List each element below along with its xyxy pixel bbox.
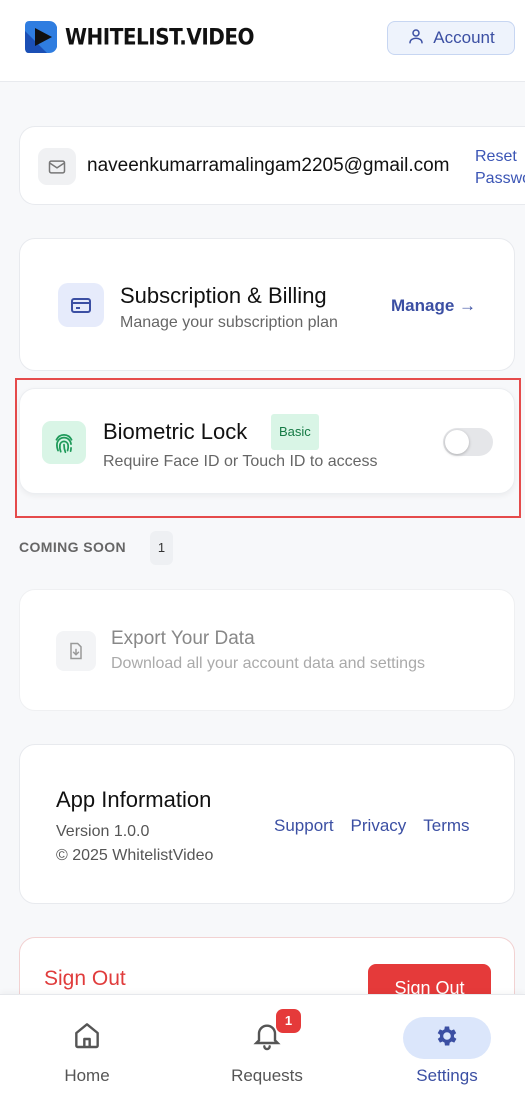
support-link[interactable]: Support xyxy=(274,816,334,836)
app-copyright: © 2025 WhitelistVideo xyxy=(56,847,214,864)
manage-subscription-link[interactable]: Manage → xyxy=(391,296,476,316)
toggle-knob xyxy=(445,430,469,454)
reset-password-link[interactable]: Reset Password xyxy=(475,146,525,190)
subscription-title: Subscription & Billing xyxy=(120,283,327,308)
reset-label-line2: Password xyxy=(475,170,525,187)
fingerprint-icon xyxy=(42,421,86,464)
nav-requests-label: Requests xyxy=(231,1066,303,1085)
account-button[interactable]: Account xyxy=(387,21,515,55)
coming-soon-label: COMING SOON xyxy=(19,539,127,555)
gear-icon xyxy=(434,1023,460,1054)
requests-badge: 1 xyxy=(276,1009,301,1033)
settings-active-pill xyxy=(403,1017,491,1059)
credit-card-icon xyxy=(58,283,104,327)
privacy-link[interactable]: Privacy xyxy=(351,816,407,836)
mail-icon xyxy=(38,148,76,185)
account-email: naveenkumarramalingam2205@gmail.com xyxy=(87,155,450,176)
reset-label-line1: Reset xyxy=(475,148,517,165)
export-description: Download all your account data and setti… xyxy=(111,655,425,672)
download-file-icon xyxy=(56,631,96,671)
biometric-lock-card: Biometric Lock Basic Require Face ID or … xyxy=(19,388,515,494)
nav-settings[interactable]: Settings xyxy=(382,995,512,1096)
nav-requests[interactable]: 1 Requests xyxy=(202,995,332,1096)
app-info-title: App Information xyxy=(56,787,212,812)
user-icon xyxy=(407,27,425,50)
coming-soon-count: 1 xyxy=(150,531,173,565)
brand-logo[interactable]: WHITELIST.VIDEO xyxy=(23,17,255,57)
email-card: naveenkumarramalingam2205@gmail.com Rese… xyxy=(19,126,525,205)
biometric-title: Biometric Lock xyxy=(103,419,248,444)
biometric-toggle[interactable] xyxy=(443,428,493,456)
sign-out-title: Sign Out xyxy=(44,967,126,990)
export-title: Export Your Data xyxy=(111,628,255,649)
account-label: Account xyxy=(433,28,495,47)
logo-play-icon xyxy=(23,17,61,57)
plan-badge: Basic xyxy=(271,414,319,450)
app-information-card: App Information Version 1.0.0 © 2025 Whi… xyxy=(19,744,515,904)
export-data-card: Export Your Data Download all your accou… xyxy=(19,589,515,711)
app-header: WHITELIST.VIDEO Account xyxy=(0,0,525,82)
home-icon xyxy=(71,1019,103,1056)
nav-settings-label: Settings xyxy=(416,1066,478,1085)
subscription-card: Subscription & Billing Manage your subsc… xyxy=(19,238,515,371)
subscription-description: Manage your subscription plan xyxy=(120,314,338,331)
nav-home[interactable]: Home xyxy=(22,995,152,1096)
app-info-links: Support Privacy Terms xyxy=(274,816,470,836)
brand-name: WHITELIST.VIDEO xyxy=(65,23,255,51)
bottom-navigation: Home 1 Requests Settings xyxy=(0,994,525,1096)
biometric-description: Require Face ID or Touch ID to access xyxy=(103,453,378,470)
nav-home-label: Home xyxy=(64,1066,110,1085)
terms-link[interactable]: Terms xyxy=(423,816,469,836)
app-version: Version 1.0.0 xyxy=(56,823,150,840)
